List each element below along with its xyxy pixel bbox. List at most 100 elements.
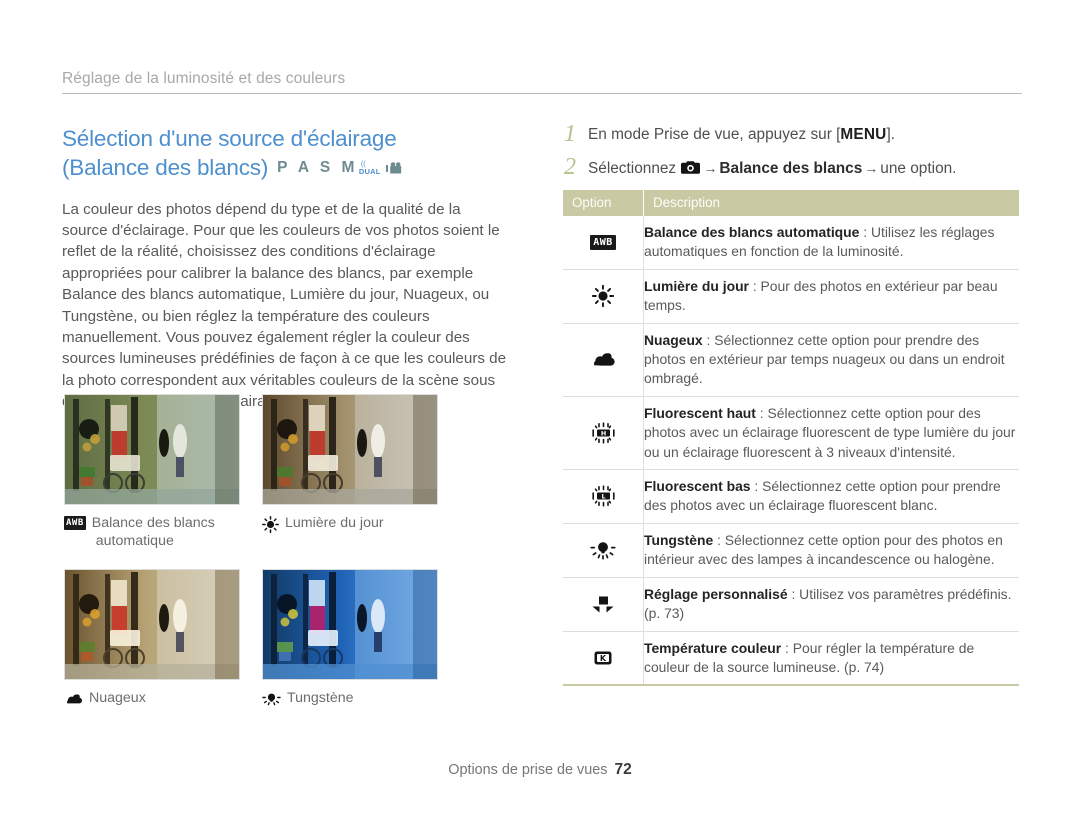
table-row: Lumière du jour : Pour des photos en ext… xyxy=(563,269,1019,324)
row-icon-cell-tungsten xyxy=(563,523,644,578)
table-row: AWB Balance des blancs automatique : Uti… xyxy=(563,216,1019,270)
svg-text:H: H xyxy=(600,429,605,437)
row-icon-cell-custom xyxy=(563,577,644,632)
sample-image-grid: AWB Balance des blancs automatique Lumiè… xyxy=(64,394,524,707)
step-1-text: En mode Prise de vue, appuyez sur [MENU]… xyxy=(588,124,895,146)
row-sep-custom: : xyxy=(787,585,800,602)
page-footer: Options de prise de vues 72 xyxy=(0,761,1080,779)
sample-cell-tungsten: Tungstène xyxy=(262,569,438,707)
row-desc-cell-color-temperature: Température couleur : Pour régler la tem… xyxy=(643,631,1019,687)
cloudy-icon xyxy=(563,350,643,369)
fluorescent-high-icon: H xyxy=(563,422,643,444)
table-row: Réglage personnalisé : Utilisez vos para… xyxy=(563,577,1019,632)
sample-photo-tungsten xyxy=(262,569,438,680)
row-sep-fluorescent-high: : xyxy=(755,404,768,421)
awb-icon: AWB xyxy=(64,516,86,530)
table-row: Nuageux : Sélectionnez cette option pour… xyxy=(563,323,1019,397)
options-table-body: AWB Balance des blancs automatique : Uti… xyxy=(563,216,1019,687)
sample-caption-text-awb: Balance des blancs automatique xyxy=(92,514,215,550)
section-body: La couleur des photos dépend du type et … xyxy=(62,200,507,411)
step-2-text: Sélectionnez → Balance des blancs → une opt… xyxy=(588,157,956,180)
sample-caption-cloudy: Nuageux xyxy=(64,689,240,707)
row-icon-cell-daylight xyxy=(563,269,644,324)
mode-letters: P A S M xyxy=(277,158,358,176)
row-desc-cell-daylight: Lumière du jour : Pour des photos en ext… xyxy=(643,269,1019,324)
row-sep-fluorescent-low: : xyxy=(750,478,763,495)
table-row: K Température couleur : Pour régler la t… xyxy=(563,631,1019,687)
options-table: Option Description AWB Balance des blanc… xyxy=(563,190,1019,687)
sample-row-2: Nuageux Tungstène xyxy=(64,569,524,707)
row-term-awb: Balance des blancs automatique xyxy=(644,224,860,240)
sample-caption-text-cloudy: Nuageux xyxy=(89,689,146,707)
daylight-icon xyxy=(563,285,643,308)
page-title-line2-wrap: (Balance des blancs) P A S M((DUAL xyxy=(62,153,517,184)
custom-setting-icon xyxy=(563,594,643,614)
page-number: 72 xyxy=(614,761,632,778)
footer-label: Options de prise de vues xyxy=(448,762,608,778)
row-term-color-temperature: Température couleur xyxy=(644,639,782,656)
row-sep-color-temperature: : xyxy=(781,639,793,656)
table-row: H Fluorescent haut : Sélectionnez cette … xyxy=(563,396,1019,471)
sample-caption-tungsten-l1: Tungstène xyxy=(287,690,354,706)
running-head: Réglage de la luminosité et des couleurs xyxy=(62,70,1022,94)
sample-caption-text-daylight: Lumière du jour xyxy=(285,514,384,532)
awb-icon: AWB xyxy=(563,234,643,250)
page-title-line1: Sélection d'une source d'éclairage xyxy=(62,126,397,151)
row-icon-cell-fluorescent-low: L xyxy=(563,469,644,524)
awb-icon-glyph: AWB xyxy=(590,234,616,250)
cloudy-icon xyxy=(64,689,83,706)
svg-text:L: L xyxy=(601,493,605,501)
camera-icon xyxy=(681,160,701,175)
row-term-fluorescent-low: Fluorescent bas xyxy=(644,478,751,495)
menu-item-balance-des-blancs: Balance des blancs xyxy=(719,160,863,177)
table-row: L Fluorescent bas : Sélectionnez cette o… xyxy=(563,469,1019,524)
row-term-tungsten: Tungstène xyxy=(644,531,714,548)
row-icon-cell-fluorescent-high: H xyxy=(563,396,644,471)
dual-waves: (( xyxy=(360,160,366,168)
table-row: Tungstène : Sélectionnez cette option po… xyxy=(563,523,1019,578)
sample-caption-awb-l1: Balance des blancs xyxy=(91,515,215,531)
col-header-description: Description xyxy=(643,190,1019,216)
row-sep-daylight: : xyxy=(748,277,761,294)
left-column: Sélection d'une source d'éclairage (Bala… xyxy=(62,124,517,413)
row-sep-tungsten: : xyxy=(713,531,725,548)
color-temperature-icon: K xyxy=(563,648,643,668)
tungsten-icon xyxy=(563,539,643,561)
manual-page: Réglage de la luminosité et des couleurs… xyxy=(0,0,1080,815)
sample-caption-awb: AWB Balance des blancs automatique xyxy=(64,514,240,550)
row-icon-cell-color-temperature: K xyxy=(563,631,644,687)
arrow-icon-1: → xyxy=(703,160,718,176)
sample-cell-daylight: Lumière du jour xyxy=(262,394,438,550)
row-term-custom: Réglage personnalisé xyxy=(644,585,788,602)
sample-cell-awb: AWB Balance des blancs automatique xyxy=(64,394,240,550)
running-head-text: Réglage de la luminosité et des couleurs xyxy=(62,70,346,87)
sample-caption-daylight-l1: Lumière du jour xyxy=(285,515,384,531)
sample-photo-cloudy xyxy=(64,569,240,680)
col-header-option: Option xyxy=(563,190,644,216)
step-2: 2 Sélectionnez → Balance des blancs → une o… xyxy=(563,155,1023,181)
row-icon-cell-awb: AWB xyxy=(563,216,644,270)
right-column: 1 En mode Prise de vue, appuyez sur [MEN… xyxy=(563,121,1023,687)
step-1: 1 En mode Prise de vue, appuyez sur [MEN… xyxy=(563,121,1023,148)
step-1-pre: En mode Prise de vue, appuyez sur [ xyxy=(588,126,841,143)
tungsten-icon xyxy=(262,689,281,707)
daylight-icon xyxy=(262,514,279,533)
sample-caption-awb-l2: automatique xyxy=(95,533,174,549)
sample-caption-cloudy-l1: Nuageux xyxy=(89,690,146,706)
menu-button-label: MENU xyxy=(840,126,887,143)
sample-caption-text-tungsten: Tungstène xyxy=(287,689,354,707)
svg-text:K: K xyxy=(600,654,607,663)
sample-row-1: AWB Balance des blancs automatique Lumiè… xyxy=(64,394,524,550)
sample-photo-daylight xyxy=(262,394,438,505)
step-1-number: 1 xyxy=(564,121,576,147)
row-desc-cell-custom: Réglage personnalisé : Utilisez vos para… xyxy=(643,577,1019,632)
row-desc-cell-fluorescent-high: Fluorescent haut : Sélectionnez cette op… xyxy=(643,396,1019,471)
table-header-row: Option Description xyxy=(563,190,1019,216)
options-table-head: Option Description xyxy=(563,190,1019,216)
row-sep-cloudy: : xyxy=(702,331,715,348)
row-desc-cell-fluorescent-low: Fluorescent bas : Sélectionnez cette opt… xyxy=(643,469,1019,524)
row-term-cloudy: Nuageux xyxy=(644,331,703,348)
row-term-daylight: Lumière du jour xyxy=(644,277,749,294)
sample-cell-cloudy: Nuageux xyxy=(64,569,240,707)
row-desc-cell-cloudy: Nuageux : Sélectionnez cette option pour… xyxy=(643,323,1019,397)
